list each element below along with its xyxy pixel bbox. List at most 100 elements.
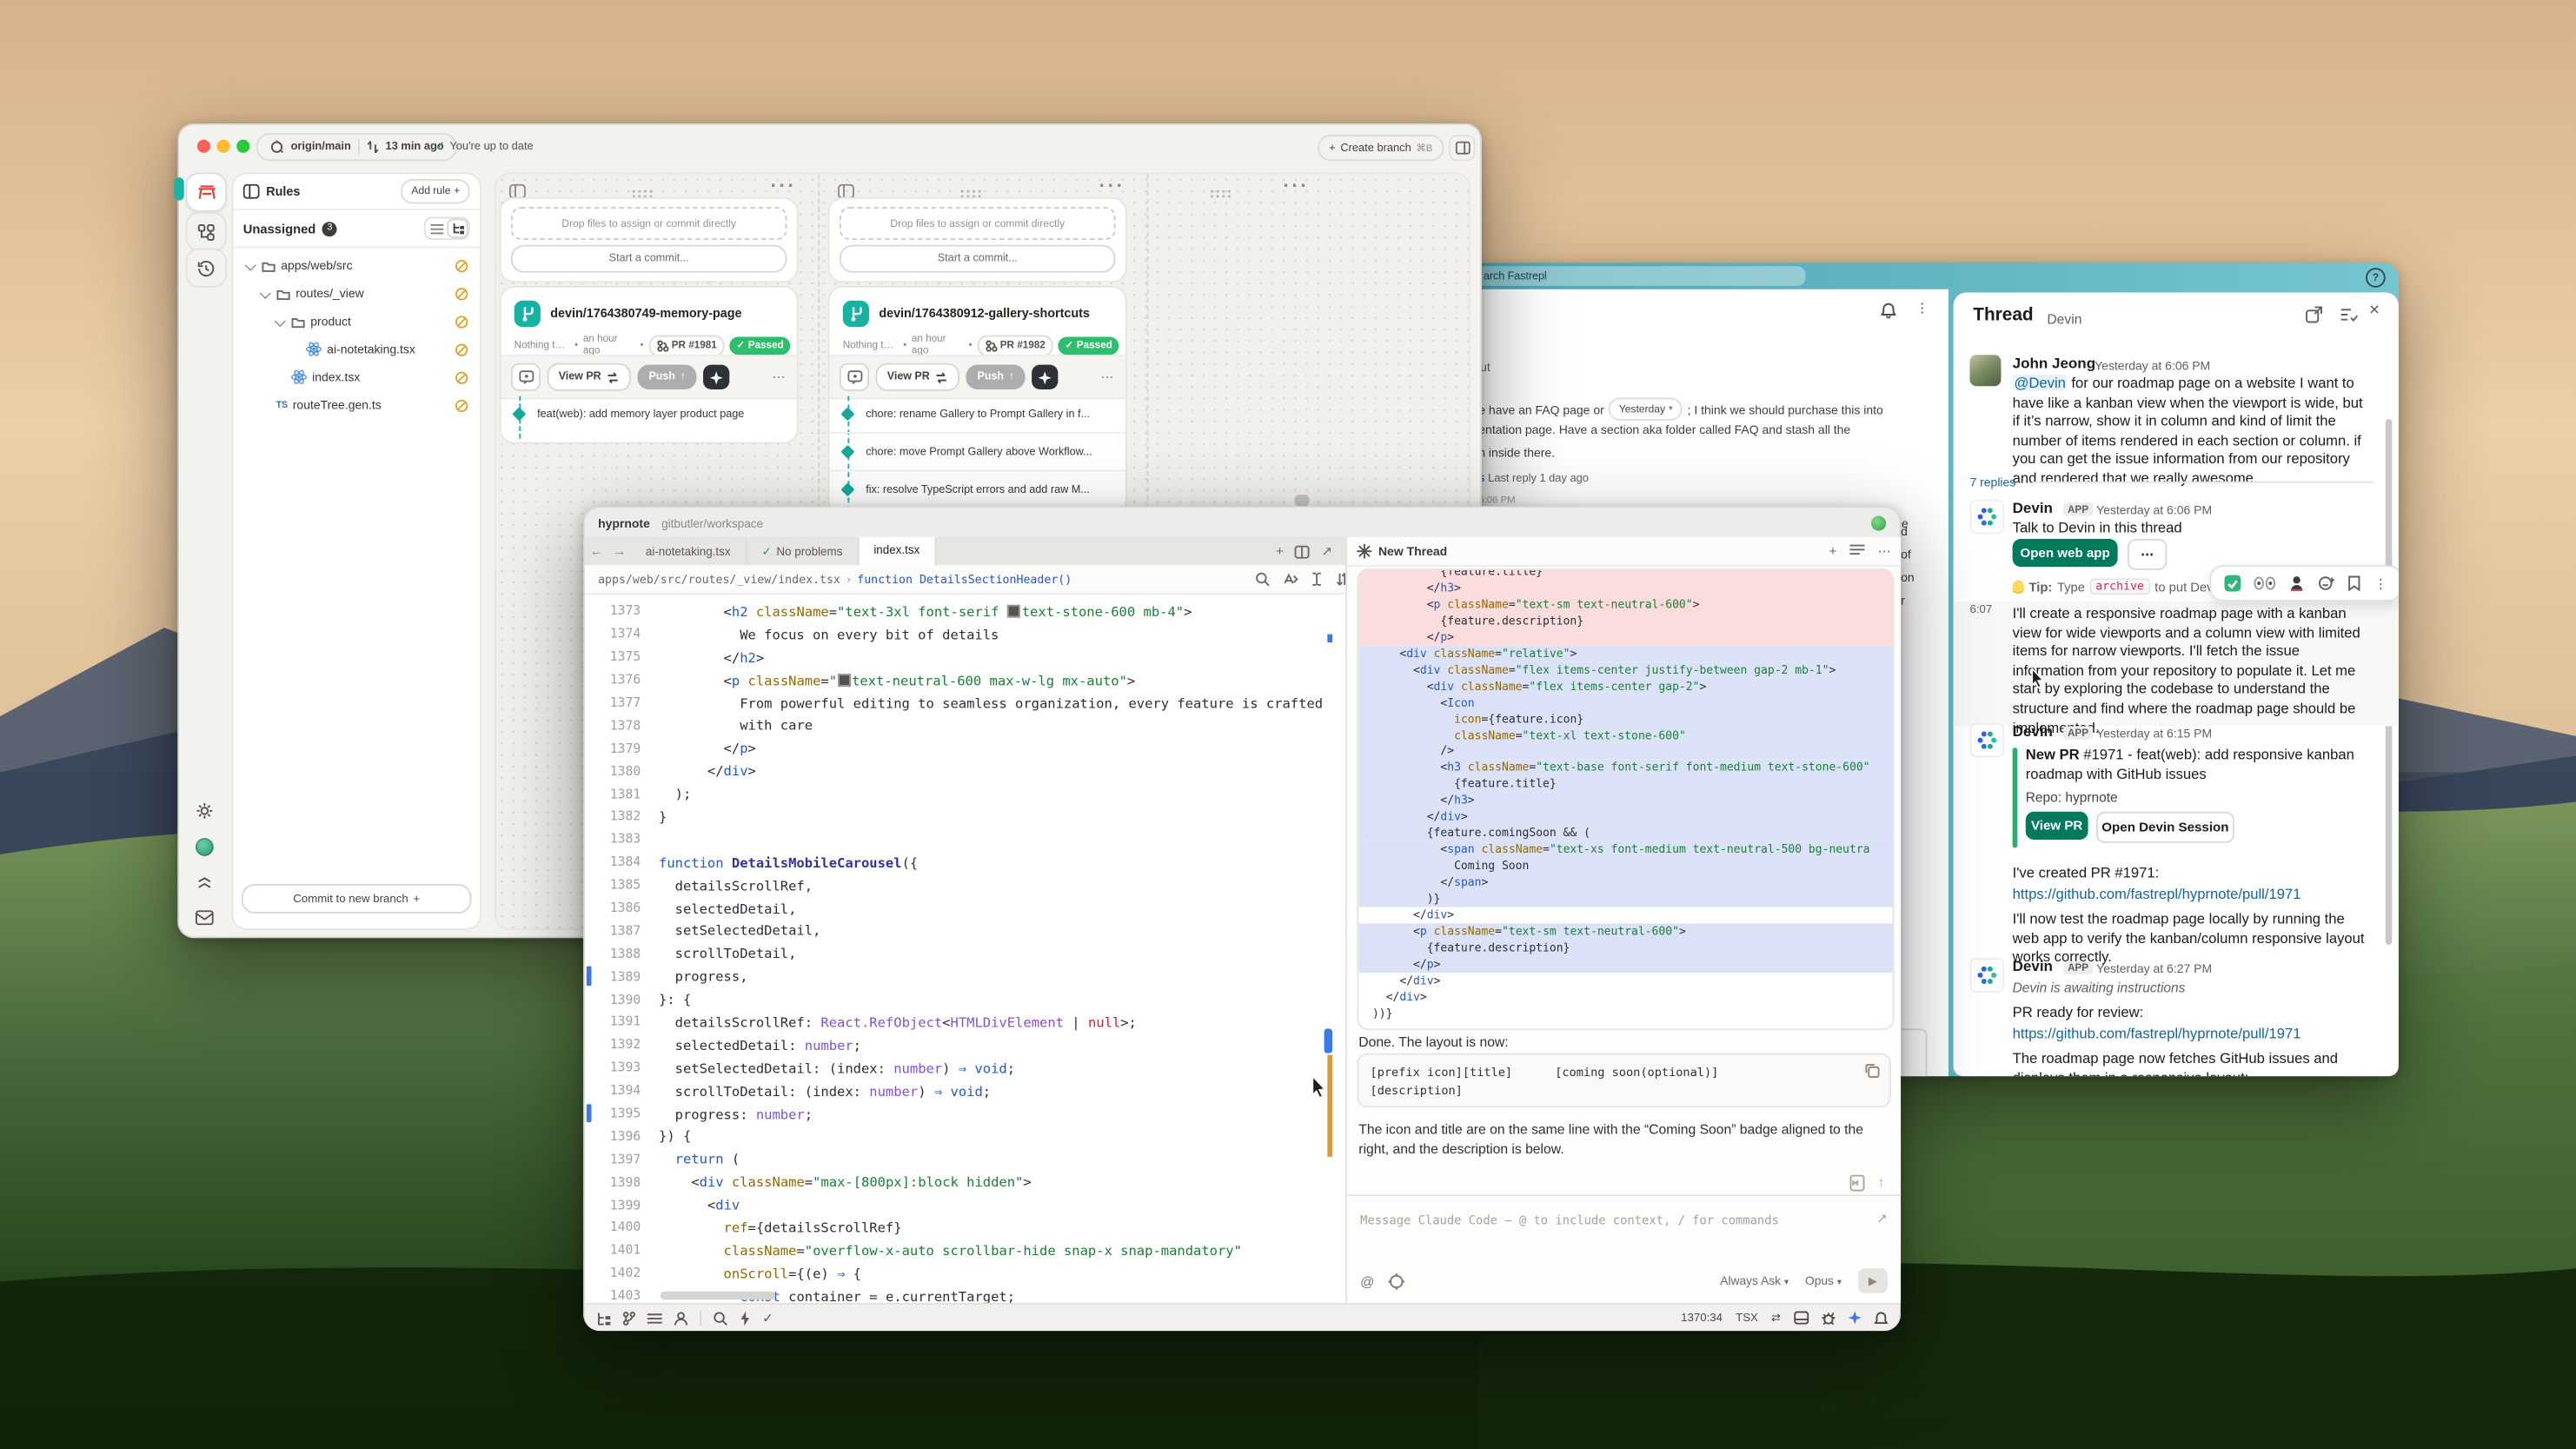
code-line-1374[interactable]: 1374 We focus on every bit of details — [585, 622, 1336, 645]
diff-preview[interactable]: {feature.title} </h3> <p className="text… — [1357, 568, 1894, 1030]
list-view-icon[interactable] — [426, 218, 448, 238]
code-line-1388[interactable]: 1388 scrollToDetail, — [585, 942, 1336, 965]
code-line-1400[interactable]: 1400 ref={detailsScrollRef} — [585, 1216, 1336, 1239]
pr-badge[interactable]: PR #1982 — [977, 335, 1053, 356]
view-toggle[interactable] — [424, 217, 470, 240]
code-line-1380[interactable]: 1380 </div> — [585, 760, 1336, 782]
code-line-1383[interactable]: 1383 — [585, 828, 1336, 851]
pr-badge[interactable]: PR #1981 — [648, 335, 725, 356]
code-line-1398[interactable]: 1398 <div className="max-[800px]:block h… — [585, 1170, 1336, 1193]
add-reaction-icon[interactable] — [2318, 575, 2336, 592]
ai-sparkle-icon[interactable] — [704, 365, 730, 389]
rail-workspace-button[interactable] — [186, 172, 227, 211]
send-button[interactable]: ▶ — [1858, 1268, 1888, 1293]
popout-icon[interactable] — [2305, 306, 2323, 324]
mention[interactable]: @Devin — [2013, 375, 2068, 391]
base-branch-button[interactable]: origin/main 13 min ago — [256, 133, 457, 161]
sync-icon[interactable]: ⇄ — [1771, 1311, 1781, 1324]
slack-thread-link[interactable]: s Last reply 1 day ago — [1478, 470, 1589, 485]
zap-icon[interactable] — [740, 1311, 751, 1326]
nav-forward-icon[interactable]: → — [607, 544, 630, 559]
ci-status-badge[interactable]: ✓Passed — [730, 336, 790, 355]
start-commit-button[interactable]: Start a commit... — [840, 245, 1116, 273]
commit-to-new-branch-button[interactable]: Commit to new branch+ — [242, 884, 472, 914]
code-line-1379[interactable]: 1379 </p> — [585, 737, 1336, 760]
code-line-1373[interactable]: 1373 <h2 className="text-3xl font-serif … — [585, 600, 1336, 622]
lane-menu-icon[interactable]: ⋯ — [1281, 176, 1307, 196]
rail-branches-button[interactable] — [186, 212, 227, 251]
ci-status-badge[interactable]: ✓Passed — [1059, 336, 1119, 355]
model-select[interactable]: Opus ▾ — [1805, 1273, 1842, 1288]
code-line-1386[interactable]: 1386 selectedDetail, — [585, 896, 1336, 919]
editor-titlebar[interactable]: hyprnote gitbutler/workspace — [585, 508, 1899, 539]
author-name[interactable]: Devin — [2013, 958, 2053, 974]
tree-item-index-tsx[interactable]: index.tsx — [233, 363, 480, 391]
timestamp[interactable]: Yesterday at 6:06 PM — [2096, 502, 2212, 517]
mention-icon[interactable]: @ — [1360, 1273, 1374, 1289]
git-branch-icon[interactable] — [622, 1311, 635, 1326]
date-pill[interactable]: Yesterday▾ — [1609, 397, 1683, 420]
timestamp[interactable]: 6:07 — [1969, 605, 1992, 616]
search-icon[interactable] — [713, 1311, 727, 1326]
view-pr-button[interactable]: View PR — [547, 363, 630, 391]
more-icon[interactable]: ⋮ — [2374, 576, 2387, 591]
push-button[interactable]: Push↑ — [637, 365, 697, 389]
code-line-1392[interactable]: 1392 selectedDetail: number; — [585, 1034, 1336, 1056]
avatar[interactable] — [1969, 355, 2001, 386]
code-line-1382[interactable]: 1382} — [585, 805, 1336, 828]
branch-name[interactable]: devin/1764380912-gallery-shortcuts — [879, 306, 1112, 321]
drag-handle[interactable] — [1209, 184, 1232, 204]
tab-index[interactable]: index.tsx — [859, 536, 936, 566]
code-line-1393[interactable]: 1393 setSelectedDetail: (index: number) … — [585, 1056, 1336, 1079]
avatar[interactable] — [196, 838, 214, 856]
search-icon[interactable] — [1255, 572, 1270, 587]
create-branch-button[interactable]: +Create branch⌘B — [1318, 135, 1444, 161]
pr-link[interactable]: https://github.com/fastrepl/hyprnote/pul… — [2013, 886, 2373, 905]
text-cursor-icon[interactable] — [1311, 572, 1322, 587]
check-icon[interactable]: ✓ — [762, 1311, 773, 1326]
new-thread-icon[interactable]: + — [1829, 544, 1837, 559]
outline-icon[interactable] — [596, 1311, 611, 1326]
hscrollbar-thumb[interactable] — [661, 1292, 775, 1299]
search-input[interactable]: arch Fastrepl — [1474, 266, 1806, 286]
tab-problems[interactable]: ✓No problems — [747, 537, 859, 565]
code-line-1381[interactable]: 1381 ); — [585, 782, 1336, 805]
review-icon[interactable] — [511, 363, 541, 391]
branch-menu-icon[interactable]: ⋯ — [1101, 369, 1116, 384]
minimize-window-button[interactable] — [217, 140, 230, 153]
code-line-1378[interactable]: 1378 with care — [585, 714, 1336, 736]
copy-icon[interactable] — [1864, 1063, 1879, 1078]
timestamp[interactable]: Yesterday at 6:15 PM — [2096, 727, 2212, 741]
code-line-1396[interactable]: 1396}) { — [585, 1125, 1336, 1147]
user-icon[interactable] — [674, 1311, 688, 1326]
more-icon[interactable]: ⋮ — [1915, 301, 1929, 316]
expand-icon[interactable]: ↗ — [1321, 544, 1332, 559]
inbox-icon[interactable] — [196, 910, 214, 925]
new-tab-icon[interactable]: + — [1276, 544, 1284, 559]
filter-icon[interactable] — [2340, 306, 2358, 324]
list-icon[interactable] — [647, 1312, 662, 1323]
timestamp[interactable]: Yesterday at 6:27 PM — [2096, 961, 2212, 976]
close-icon[interactable]: × — [2369, 301, 2380, 321]
permission-mode-select[interactable]: Always Ask ▾ — [1720, 1273, 1789, 1288]
scroll-top-icon[interactable]: ↑ — [1878, 1175, 1885, 1192]
code-line-1399[interactable]: 1399 <div — [585, 1193, 1336, 1216]
bell-icon[interactable] — [1881, 302, 1895, 319]
code-line-1377[interactable]: 1377 From powerful editing to seamless o… — [585, 691, 1336, 714]
collapse-icon[interactable] — [197, 876, 212, 891]
person-reaction-icon[interactable] — [2288, 575, 2305, 592]
scroll-handle[interactable] — [1295, 495, 1310, 506]
commit-row[interactable]: chore: move Prompt Gallery above Workflo… — [830, 432, 1125, 469]
symbols-icon[interactable] — [1283, 572, 1298, 587]
author-name[interactable]: Devin — [2013, 500, 2053, 516]
bell-icon[interactable] — [1875, 1311, 1888, 1326]
layout-toggle-icon[interactable] — [1449, 135, 1475, 161]
code-line-1395[interactable]: 1395 progress: number; — [585, 1102, 1336, 1125]
code-line-1401[interactable]: 1401 className="overflow-x-auto scrollba… — [585, 1239, 1336, 1261]
check-reaction-icon[interactable] — [2224, 575, 2241, 592]
breadcrumb[interactable]: apps/web/src/routes/_view/index.tsx› fun… — [585, 565, 1362, 595]
avatar[interactable] — [1969, 500, 2004, 535]
scrollbar-thumb[interactable] — [1325, 1028, 1332, 1053]
tree-item-routetree-gen-ts[interactable]: TSrouteTree.gen.ts — [233, 391, 480, 419]
more-icon[interactable]: ⋯ — [1878, 544, 1891, 559]
